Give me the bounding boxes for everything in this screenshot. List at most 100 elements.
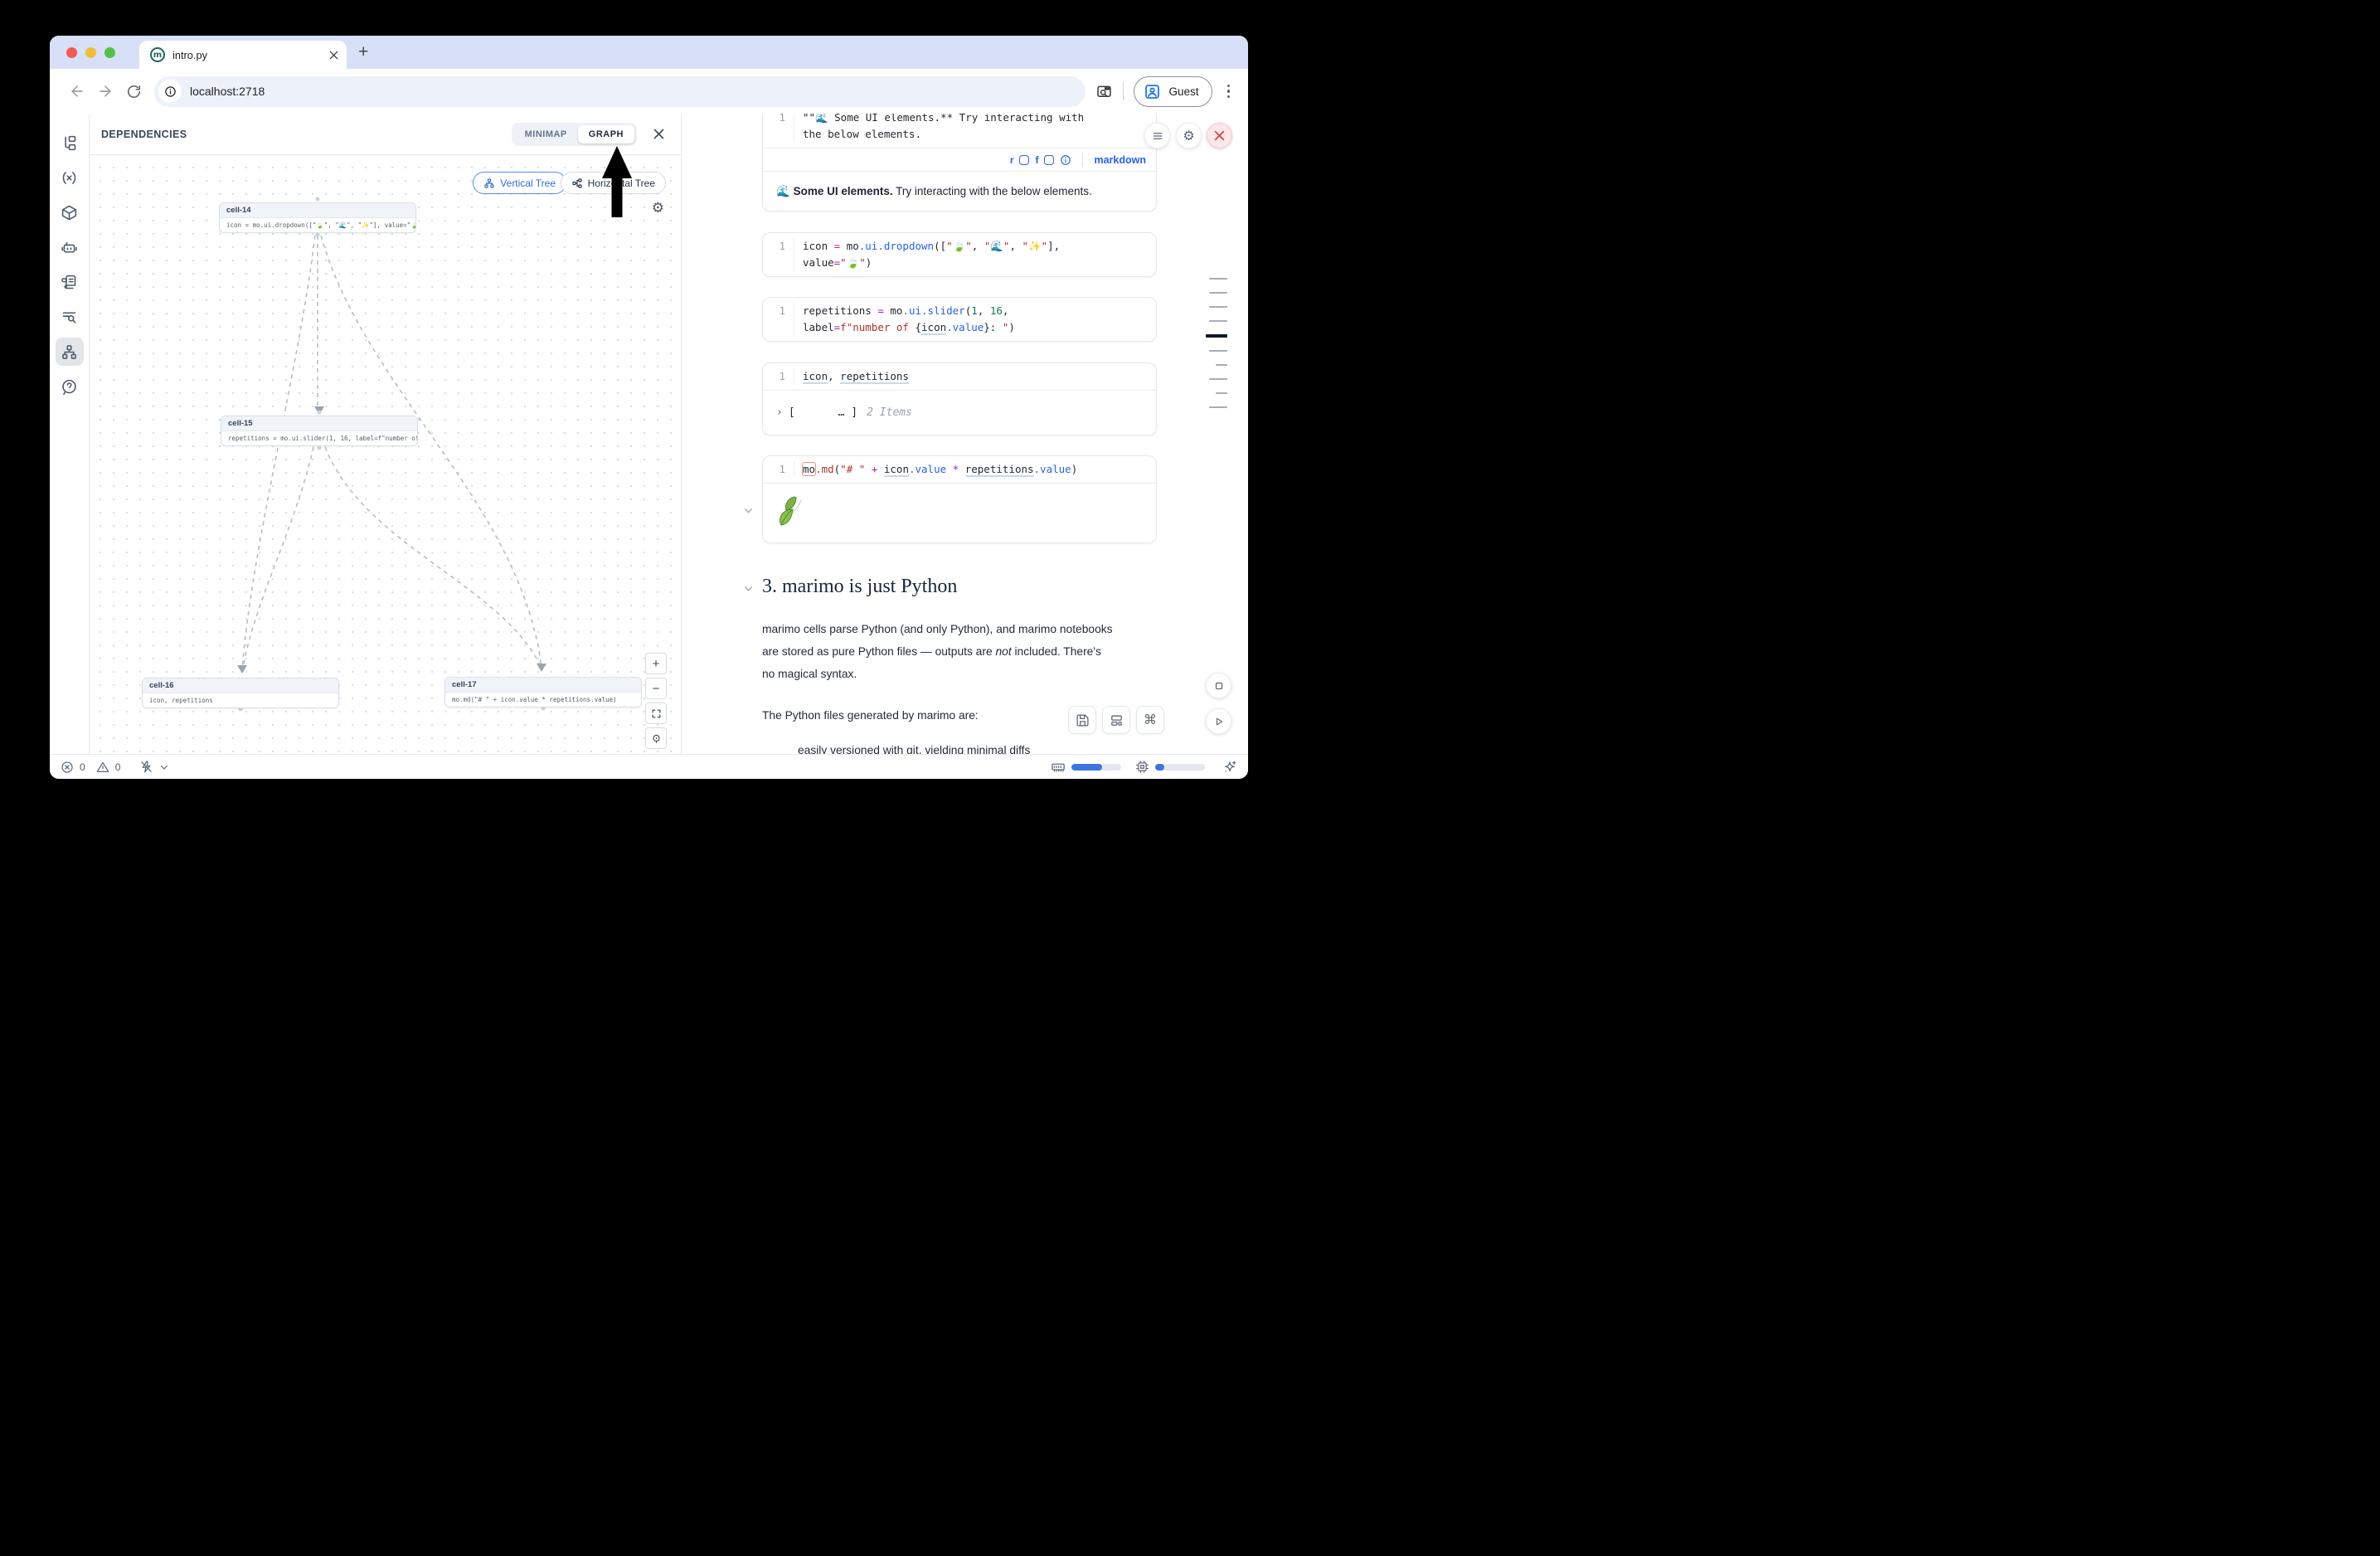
reference-toggle-box-icon[interactable] — [1019, 155, 1029, 165]
tab-search-icon[interactable] — [1095, 83, 1113, 100]
forward-icon[interactable] — [91, 77, 119, 105]
sidebar-item-logs[interactable] — [56, 268, 84, 296]
zoom-out-icon[interactable]: − — [645, 678, 667, 699]
graph-canvas[interactable]: Vertical Tree Horizontal Tree ⚙ cell-14 … — [90, 154, 681, 754]
errors-icon[interactable] — [61, 761, 74, 774]
markdown-output: 🌊 Some UI elements. Try interacting with… — [763, 171, 1156, 211]
tab-title: intro.py — [172, 49, 329, 61]
graph-node-cell-14[interactable]: cell-14 icon = mo.ui.dropdown(["🍃", "🌊",… — [219, 202, 416, 233]
cell-menu-icon[interactable] — [1144, 123, 1170, 148]
minimap-line[interactable] — [1209, 378, 1227, 380]
tab-graph[interactable]: GRAPH — [578, 125, 634, 143]
code-editor[interactable]: 1 mo.md("# " + icon.value * repetitions.… — [763, 456, 1156, 483]
sidebar-item-variables[interactable] — [56, 163, 84, 192]
notebook-cell-slider[interactable]: 1 repetitions = mo.ui.slider(1, 16, labe… — [762, 297, 1157, 342]
minimap-line[interactable] — [1209, 320, 1227, 322]
minimap-line[interactable] — [1209, 292, 1227, 294]
ai-sparkle-icon[interactable] — [1222, 760, 1237, 775]
sidebar-item-snippets[interactable] — [56, 303, 84, 331]
minimap-line[interactable] — [1216, 364, 1227, 366]
browser-tab[interactable]: m intro.py — [139, 41, 347, 69]
close-window-button[interactable] — [66, 47, 77, 58]
graph-node-cell-16[interactable]: cell-16 icon, repetitions — [142, 678, 339, 708]
window-controls — [66, 47, 115, 58]
format-toggle[interactable]: f — [1035, 154, 1038, 166]
save-button[interactable] — [1068, 706, 1096, 734]
pointer-arrow-annotation — [602, 146, 632, 217]
zoom-in-icon[interactable]: + — [645, 653, 667, 674]
error-count: 0 — [80, 761, 85, 773]
zoom-window-button[interactable] — [104, 47, 115, 58]
format-toggle-box-icon[interactable] — [1044, 155, 1054, 165]
minimap-line[interactable] — [1209, 350, 1227, 352]
minimap-line[interactable] — [1209, 406, 1227, 408]
browser-menu-icon[interactable] — [1222, 80, 1236, 104]
node-code: repetitions = mo.ui.slider(1, 16, label=… — [221, 431, 417, 445]
collapse-output-chevron-icon[interactable] — [743, 505, 754, 516]
notebook-cell-md-output[interactable]: 1 mo.md("# " + icon.value * repetitions.… — [762, 455, 1157, 543]
code-editor[interactable]: 1 icon, repetitions — [763, 363, 1156, 390]
center-view-icon[interactable] — [645, 727, 667, 749]
section-heading: 3. marimo is just Python — [762, 576, 957, 598]
run-button[interactable] — [1206, 708, 1231, 734]
line-number: 1 — [763, 303, 794, 336]
sidebar-item-ai-assistant[interactable] — [56, 233, 84, 261]
minimap-line[interactable] — [1209, 278, 1227, 280]
code-editor[interactable]: 1 ""🌊 Some UI elements.** Try interactin… — [763, 114, 1156, 148]
info-icon[interactable] — [1060, 154, 1071, 166]
minimap-line[interactable] — [1206, 334, 1227, 338]
layout-button[interactable] — [1102, 706, 1130, 734]
site-info-icon[interactable] — [158, 80, 182, 103]
cell-delete-icon[interactable] — [1207, 123, 1232, 148]
expand-chevron-icon[interactable]: › — [776, 406, 783, 419]
notebook-cell-tuple[interactable]: 1 icon, repetitions › [ … ] 2 Items — [762, 362, 1157, 435]
minimap-line[interactable] — [1216, 392, 1227, 394]
cell-settings-icon[interactable]: ⚙ — [1176, 123, 1202, 148]
back-icon[interactable] — [63, 77, 91, 105]
tab-close-icon[interactable] — [329, 51, 338, 60]
url-text: localhost:2718 — [190, 85, 265, 98]
section-paragraph: marimo cells parse Python (and only Pyth… — [762, 618, 1117, 685]
minimize-window-button[interactable] — [85, 47, 96, 58]
new-tab-button[interactable]: + — [358, 43, 368, 61]
collapse-section-chevron-icon[interactable] — [743, 583, 754, 594]
sidebar-item-dependency-graph[interactable] — [56, 338, 84, 366]
graph-node-cell-15[interactable]: cell-15 repetitions = mo.ui.slider(1, 16… — [221, 416, 418, 446]
code-line: icon = mo.ui.dropdown(["🍃", "🌊", "✨"], — [803, 238, 1060, 255]
close-panel-icon[interactable] — [648, 125, 669, 143]
gear-glyph: ⚙ — [1183, 128, 1194, 144]
runtime-menu-chevron-icon[interactable] — [159, 762, 169, 772]
sidebar-item-file-explorer[interactable] — [56, 129, 84, 157]
reference-toggle[interactable]: r — [1010, 154, 1014, 166]
collection-ellipsis: … ] — [838, 406, 857, 419]
minimap-line[interactable] — [1209, 306, 1227, 308]
notebook-cell-dropdown[interactable]: 1 icon = mo.ui.dropdown(["🍃", "🌊", "✨"],… — [762, 232, 1157, 277]
warnings-icon[interactable] — [96, 761, 109, 774]
vertical-tree-label: Vertical Tree — [500, 177, 556, 189]
code-line: label=f"number of {icon.value}: ") — [803, 319, 1015, 336]
graph-settings-icon[interactable]: ⚙ — [652, 200, 664, 216]
markdown-toolbar: r f markdown — [763, 148, 1156, 171]
toolbar-divider — [1123, 82, 1124, 100]
autorun-disabled-icon[interactable] — [139, 760, 153, 774]
reload-icon[interactable] — [119, 77, 148, 105]
command-palette-button[interactable]: ⌘ — [1136, 706, 1164, 734]
fit-view-icon[interactable] — [645, 703, 667, 724]
graph-node-cell-17[interactable]: cell-17 mo.md("# " + icon.value * repeti… — [444, 677, 642, 707]
line-number: 1 — [763, 114, 794, 143]
cpu-usage-fill — [1155, 764, 1164, 771]
url-bar[interactable]: localhost:2718 — [154, 76, 1086, 107]
code-editor[interactable]: 1 icon = mo.ui.dropdown(["🍃", "🌊", "✨"],… — [763, 233, 1156, 276]
profile-button[interactable]: Guest — [1134, 76, 1212, 107]
tab-minimap[interactable]: MINIMAP — [514, 125, 578, 143]
code-editor[interactable]: 1 repetitions = mo.ui.slider(1, 16, labe… — [763, 298, 1156, 341]
sidebar-item-help[interactable] — [56, 372, 84, 401]
cpu-usage-bar — [1155, 764, 1205, 771]
language-label[interactable]: markdown — [1094, 154, 1146, 166]
code-line: the below elements. — [803, 126, 1084, 143]
notebook-cell-markdown[interactable]: 1 ""🌊 Some UI elements.** Try interactin… — [762, 114, 1157, 212]
vertical-tree-button[interactable]: Vertical Tree — [473, 172, 566, 194]
interrupt-button[interactable] — [1206, 673, 1231, 698]
sidebar-item-packages[interactable] — [56, 198, 84, 226]
toolbar-divider — [1082, 153, 1083, 167]
